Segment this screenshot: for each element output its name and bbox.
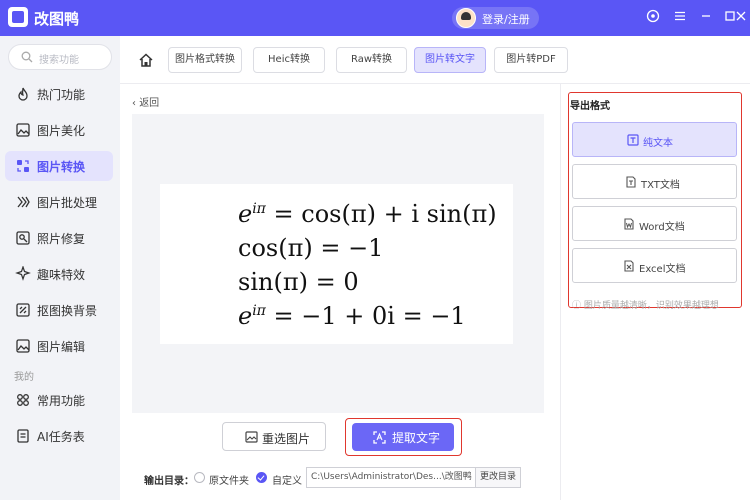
task-list-icon xyxy=(17,429,29,443)
sidebar-item-label: 常用功能 xyxy=(37,394,86,408)
extract-text-button[interactable]: 提取文字 xyxy=(352,423,454,451)
avatar xyxy=(456,8,476,28)
tab-raw-convert[interactable]: Raw转换 xyxy=(336,47,407,73)
sidebar-item-label: AI任务表 xyxy=(37,430,85,444)
export-option-label: 纯文本 xyxy=(643,138,673,149)
sidebar-item-label: 图片美化 xyxy=(37,124,86,138)
info-icon: ⓘ xyxy=(572,301,584,311)
home-icon[interactable] xyxy=(138,52,154,68)
photo-repair-icon xyxy=(16,231,30,245)
formula-line: cos(π) = −1 xyxy=(238,234,384,262)
sidebar-item-edit[interactable]: 图片编辑 xyxy=(5,331,113,361)
back-label: 返回 xyxy=(139,98,160,109)
reselect-label: 重选图片 xyxy=(262,432,311,446)
export-format-title: 导出格式 xyxy=(570,101,610,112)
custom-label: 自定义 xyxy=(272,476,302,487)
export-txt[interactable]: TXT文档 xyxy=(572,164,737,199)
sidebar-item-label: 图片批处理 xyxy=(37,196,98,210)
tab-bar: 图片格式转换 Heic转换 Raw转换 图片转文字 图片转PDF xyxy=(120,36,750,84)
sidebar-item-batch[interactable]: 图片批处理 xyxy=(5,187,113,217)
settings-icon[interactable] xyxy=(645,9,661,25)
convert-icon xyxy=(17,160,29,172)
search-icon xyxy=(21,51,33,63)
section-mine: 我的 xyxy=(14,372,34,383)
formula-line: sin(π) = 0 xyxy=(238,268,359,296)
sidebar-item-hot[interactable]: 热门功能 xyxy=(5,79,113,109)
reselect-image-button[interactable]: 重选图片 xyxy=(222,422,326,451)
sidebar-item-label: 图片转换 xyxy=(37,160,86,174)
app-logo-icon xyxy=(8,7,28,27)
edit-icon xyxy=(16,339,30,353)
sidebar-item-favorites[interactable]: 常用功能 xyxy=(5,385,113,415)
sidebar-item-label: 抠图换背景 xyxy=(37,304,98,318)
sidebar-item-cutout[interactable]: 抠图换背景 xyxy=(5,295,113,325)
export-excel[interactable]: Excel文档 xyxy=(572,248,737,283)
search-input[interactable]: 搜索功能 xyxy=(39,51,79,66)
txt-icon xyxy=(626,176,636,188)
excel-icon xyxy=(624,260,634,272)
sidebar-item-convert[interactable]: 图片转换 xyxy=(5,151,113,181)
tab-image-to-text[interactable]: 图片转文字 xyxy=(414,47,486,73)
sidebar-item-repair[interactable]: 照片修复 xyxy=(5,223,113,253)
sidebar-item-label: 热门功能 xyxy=(37,88,86,102)
quality-hint: ⓘ 图片质量越清晰，识别效果越理想 xyxy=(572,301,719,311)
batch-icon xyxy=(17,196,30,208)
sidebar-item-label: 照片修复 xyxy=(37,232,86,246)
formula-line: eiπ = cos(π) + i sin(π) xyxy=(238,200,497,228)
text-icon xyxy=(627,134,639,146)
title-bar: 改图鸭 登录/注册 xyxy=(0,0,750,36)
image-preview: eiπ = cos(π) + i sin(π) cos(π) = −1 sin(… xyxy=(132,114,544,413)
sidebar-item-label: 趣味特效 xyxy=(37,268,86,282)
tab-image-to-pdf[interactable]: 图片转PDF xyxy=(494,47,568,73)
extract-label: 提取文字 xyxy=(392,431,441,445)
radio-custom[interactable] xyxy=(256,472,267,483)
sidebar: 搜索功能 热门功能 图片美化 图片转换 图片批处理 照片修复 趣味特效 抠图换背… xyxy=(0,36,120,500)
sidebar-item-ai-tasks[interactable]: AI任务表 xyxy=(5,421,113,451)
grid-icon xyxy=(17,394,29,406)
formula-line: eiπ = −1 + 0i = −1 xyxy=(238,302,466,330)
export-option-label: Word文档 xyxy=(639,222,685,233)
tab-format-convert[interactable]: 图片格式转换 xyxy=(168,47,242,73)
fire-icon xyxy=(18,87,28,101)
output-directory-row: 输出目录： 原文件夹 自定义 C:\Users\Administrator\De… xyxy=(144,467,544,489)
main-panel: 图片格式转换 Heic转换 Raw转换 图片转文字 图片转PDF ‹ 返回 ei… xyxy=(120,36,750,500)
output-path-field[interactable]: C:\Users\Administrator\Des...\改图鸭 xyxy=(306,467,476,488)
formula-image: eiπ = cos(π) + i sin(π) cos(π) = −1 sin(… xyxy=(160,184,513,344)
radio-original-folder[interactable] xyxy=(194,472,205,483)
original-folder-label: 原文件夹 xyxy=(209,476,249,487)
output-label: 输出目录： xyxy=(144,476,194,487)
minimize-icon[interactable] xyxy=(698,9,714,25)
change-directory-button[interactable]: 更改目录 xyxy=(476,467,521,488)
sparkle-icon xyxy=(15,266,31,281)
tab-heic-convert[interactable]: Heic转换 xyxy=(253,47,325,73)
sidebar-item-beautify[interactable]: 图片美化 xyxy=(5,115,113,145)
search-box[interactable]: 搜索功能 xyxy=(8,44,112,70)
login-button[interactable]: 登录/注册 xyxy=(452,7,539,29)
sidebar-item-effects[interactable]: 趣味特效 xyxy=(5,259,113,289)
sidebar-item-label: 图片编辑 xyxy=(37,340,86,354)
scan-text-icon xyxy=(373,431,386,444)
export-option-label: TXT文档 xyxy=(641,180,680,191)
export-option-label: Excel文档 xyxy=(639,264,686,275)
image-icon xyxy=(245,431,258,443)
menu-icon[interactable] xyxy=(672,9,688,25)
login-label: 登录/注册 xyxy=(482,13,530,26)
close-icon[interactable] xyxy=(734,9,748,25)
cutout-icon xyxy=(16,303,30,317)
panel-divider xyxy=(560,84,561,500)
back-link[interactable]: ‹ 返回 xyxy=(132,94,159,109)
export-word[interactable]: Word文档 xyxy=(572,206,737,241)
app-title: 改图鸭 xyxy=(34,10,80,28)
export-plain-text[interactable]: 纯文本 xyxy=(572,122,737,157)
image-beautify-icon xyxy=(16,123,30,137)
word-icon xyxy=(624,218,634,230)
